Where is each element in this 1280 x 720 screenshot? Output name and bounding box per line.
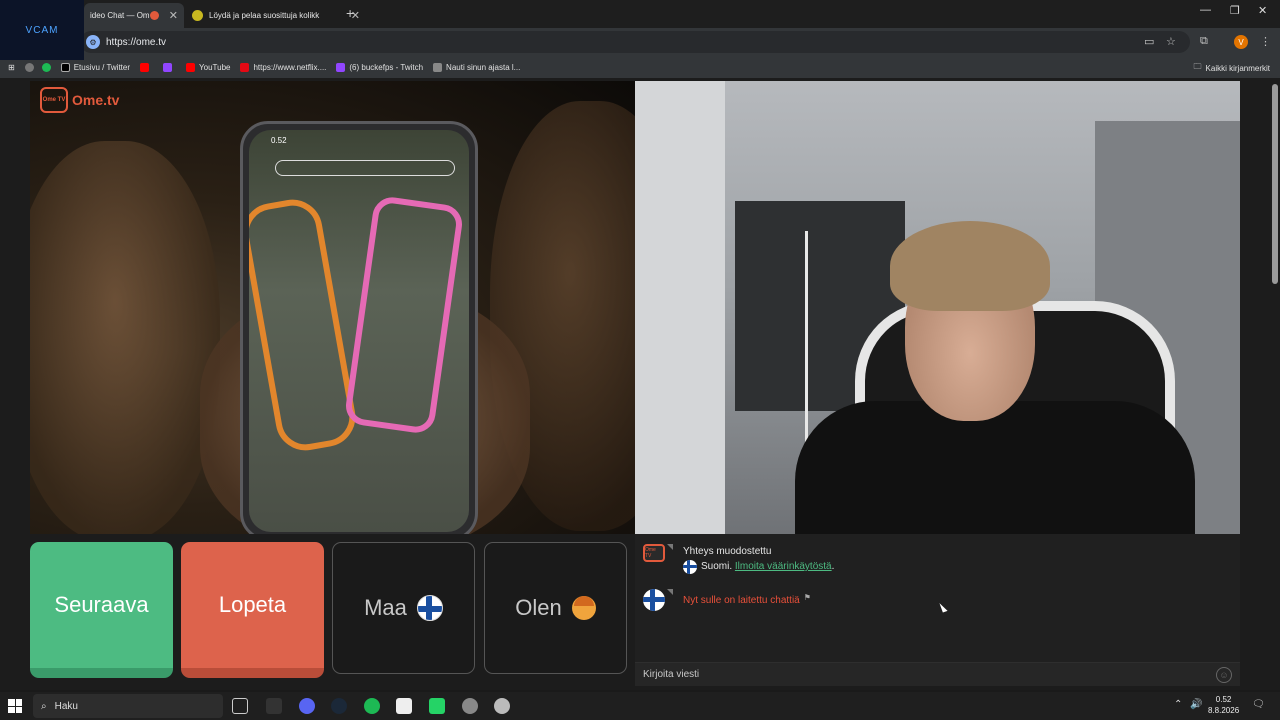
person-avatar-icon: [571, 596, 596, 620]
browser-icon[interactable]: [494, 698, 510, 714]
stop-button[interactable]: Lopeta: [181, 542, 324, 678]
bookmark-spotify-icon[interactable]: [41, 62, 55, 72]
bookmark-youtube-small-icon[interactable]: [140, 62, 153, 72]
bookmark-twitch[interactable]: (6) buckefps - Twitch: [336, 62, 423, 72]
new-tab-icon[interactable]: +: [346, 5, 354, 21]
url-text: https://ome.tv: [106, 36, 167, 48]
gender-label: Olen: [515, 595, 562, 620]
bookmark-globe-icon[interactable]: [24, 62, 38, 72]
flag-report-icon[interactable]: ⚑: [804, 593, 811, 602]
ometv-avatar-icon: Ome TV: [643, 544, 665, 562]
connected-text: Yhteys muodostettu: [683, 546, 772, 557]
chat-input[interactable]: Kirjoita viesti ☺: [635, 662, 1240, 686]
country-label: Maa: [364, 595, 407, 620]
finland-flag-icon: [683, 559, 697, 574]
tab-title: ideo Chat — Ome: [90, 11, 150, 20]
ometv-logo-icon: Ome TV: [40, 87, 68, 113]
volume-icon[interactable]: 🔊: [1190, 699, 1202, 710]
bookmark-twitter[interactable]: Etusivu / Twitter: [60, 62, 130, 72]
bookmark-star-icon[interactable]: ☆: [1166, 35, 1176, 48]
vcam-overlay: VCAM: [0, 0, 84, 60]
page-scrollbar[interactable]: [1272, 84, 1278, 284]
stranger-message-text: Nyt sulle on laitettu chattiä: [683, 595, 800, 606]
report-abuse-link[interactable]: Ilmoita väärinkäytöstä: [735, 559, 832, 574]
tab-games[interactable]: Löydä ja pelaa suosittuja kolikk ✕: [186, 3, 366, 28]
tab-omegle-video-chat[interactable]: ideo Chat — Ome ✕: [84, 3, 184, 28]
bookmark-youtube[interactable]: YouTube: [186, 62, 230, 72]
system-message: Ome TV Yhteys muodostettu Suomi. Ilmoita…: [643, 544, 835, 574]
finland-flag-icon: [416, 595, 443, 621]
tab-title: Löydä ja pelaa suosittuja kolikk: [209, 11, 320, 20]
all-bookmarks[interactable]: 🗀 Kaikki kirjanmerkit: [1194, 61, 1270, 75]
self-video: [635, 81, 1240, 534]
bookmark-netflix[interactable]: https://www.netflix....: [240, 62, 326, 72]
bookmark-nauti[interactable]: Nauti sinun ajasta l...: [433, 62, 520, 72]
folder-icon: 🗀: [1193, 62, 1202, 71]
country-text: Suomi.: [701, 561, 733, 572]
notepad-icon[interactable]: [396, 698, 412, 714]
app-icon[interactable]: [429, 698, 445, 714]
address-bar[interactable]: ⚙ https://ome.tv: [80, 31, 1190, 53]
tab-favicon-icon: [192, 10, 203, 21]
bookmarks-bar: ⊞ Etusivu / Twitter YouTube https://www.…: [0, 56, 1280, 78]
browser-toolbar: ⚙ https://ome.tv ▭ ☆ ⧉ ⋮: [0, 28, 1280, 56]
phone-in-video: 0.52: [240, 121, 478, 534]
stranger-video: 0.52: [30, 81, 635, 534]
system-clock[interactable]: 0.52 8.8.2026: [1208, 694, 1239, 716]
finland-flag-icon: [643, 589, 665, 611]
ometv-logo: Ome TV Ome.tv: [40, 87, 119, 113]
site-info-icon[interactable]: ⚙: [86, 35, 100, 49]
chevron-up-icon[interactable]: ⌃: [1174, 699, 1182, 710]
profile-avatar[interactable]: V: [1234, 35, 1248, 49]
browser-tab-strip: VCAM ideo Chat — Ome ✕ Löydä ja pelaa su…: [0, 0, 1280, 60]
country-button[interactable]: Maa: [332, 542, 475, 674]
task-view-icon[interactable]: [232, 698, 248, 714]
close-window-icon[interactable]: ✕: [1258, 4, 1267, 17]
taskbar-search[interactable]: ⌕ Haku: [33, 694, 223, 718]
gender-button[interactable]: Olen: [484, 542, 627, 674]
close-tab-icon[interactable]: ✕: [169, 9, 178, 22]
settings-icon[interactable]: [462, 698, 478, 714]
bookmark-twitch-small-icon[interactable]: [163, 62, 176, 72]
extensions-icon[interactable]: ⧉: [1200, 35, 1208, 48]
spotify-icon[interactable]: [364, 698, 380, 714]
windows-taskbar: ⌕ Haku ⌃ 🔊 0.52 8.8.2026 🗨: [0, 692, 1280, 720]
recording-icon: [149, 11, 159, 20]
stranger-message: Nyt sulle on laitettu chattiä ⚑: [643, 589, 811, 611]
start-icon[interactable]: [8, 699, 22, 713]
apps-icon[interactable]: ⊞: [8, 63, 15, 72]
epic-games-icon[interactable]: [266, 698, 282, 714]
steam-icon[interactable]: [331, 698, 347, 714]
notifications-icon[interactable]: 🗨: [1252, 699, 1265, 710]
menu-icon[interactable]: ⋮: [1260, 35, 1271, 48]
discord-icon[interactable]: [299, 698, 315, 714]
cast-icon[interactable]: ▭: [1144, 35, 1154, 48]
restore-icon[interactable]: ❐: [1230, 4, 1240, 17]
emoji-icon[interactable]: ☺: [1216, 667, 1232, 683]
next-button[interactable]: Seuraava: [30, 542, 173, 678]
minimize-icon[interactable]: —: [1200, 4, 1211, 16]
search-icon: ⌕: [41, 700, 47, 712]
